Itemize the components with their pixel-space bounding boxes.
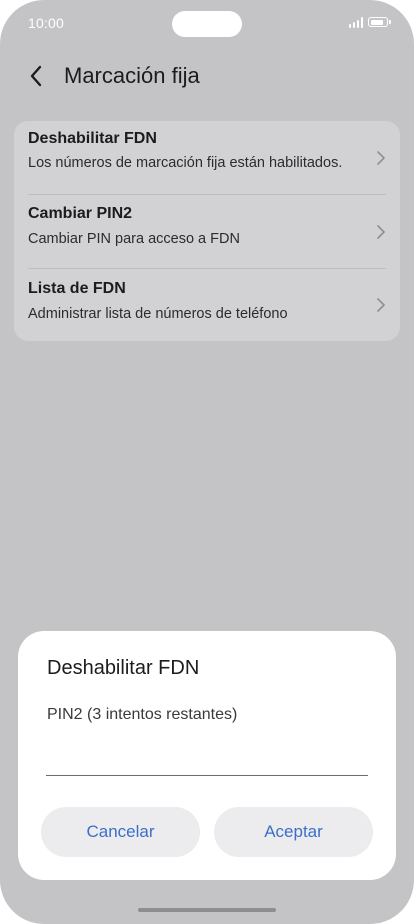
dynamic-island [172,11,242,37]
list-item-title: Lista de FDN [28,280,126,297]
chevron-right-icon [377,151,385,165]
list-item-disable-fdn[interactable]: Deshabilitar FDN Los números de marcació… [14,121,400,194]
page-title: Marcación fija [64,63,200,88]
battery-icon [368,17,391,27]
accept-button[interactable]: Aceptar [214,807,373,857]
list-item-title: Deshabilitar FDN [28,130,157,147]
list-item-subtitle: Cambiar PIN para acceso a FDN [28,231,240,247]
list-item-subtitle: Administrar lista de números de teléfono [28,306,288,322]
page-header: Marcación fija [22,56,200,96]
list-item-fdn-list[interactable]: Lista de FDN Administrar lista de número… [14,269,400,341]
pin2-input[interactable] [46,737,368,776]
pin2-label: PIN2 (3 intentos restantes) [47,706,238,723]
cancel-button[interactable]: Cancelar [41,807,200,857]
chevron-right-icon [377,225,385,239]
status-time: 10:00 [28,15,65,31]
back-chevron-icon[interactable] [22,62,50,90]
dialog-title: Deshabilitar FDN [47,657,200,679]
disable-fdn-dialog: Deshabilitar FDN PIN2 (3 intentos restan… [18,631,396,880]
status-icons [348,15,391,29]
home-indicator[interactable] [138,908,276,912]
list-item-subtitle: Los números de marcación fija están habi… [28,155,343,171]
list-item-change-pin2[interactable]: Cambiar PIN2 Cambiar PIN para acceso a F… [14,195,400,268]
fdn-settings-list: Deshabilitar FDN Los números de marcació… [14,121,400,341]
signal-icon [348,16,363,28]
phone-screen: 10:00 Marcación fija Deshabilitar FDN Lo… [0,0,414,924]
list-item-title: Cambiar PIN2 [28,205,133,222]
chevron-right-icon [377,298,385,312]
